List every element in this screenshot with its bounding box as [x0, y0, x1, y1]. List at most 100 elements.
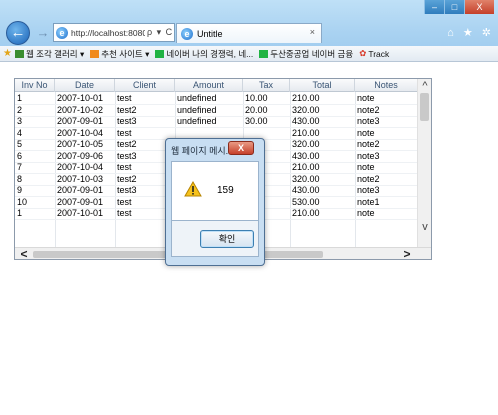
- grid-header: Inv No Date Client Amount Tax Total Notes: [15, 79, 418, 92]
- cell-total: 210.00: [292, 127, 320, 138]
- cell-total: 430.00: [292, 185, 320, 195]
- cell-date: 2007-10-04: [57, 127, 104, 138]
- cell-inv-no: 1: [17, 93, 23, 103]
- cell-date: 2007-09-01: [57, 185, 104, 195]
- cell-amount: undefined: [177, 93, 217, 103]
- scroll-up-icon[interactable]: ^: [418, 80, 431, 92]
- cell-inv-no: 3: [17, 116, 23, 126]
- dialog-message: 159: [217, 185, 234, 196]
- column-header-date[interactable]: Date: [55, 79, 115, 92]
- cell-date: 2007-09-01: [57, 116, 104, 126]
- cell-inv-no: 1: [17, 208, 23, 218]
- window-controls: – □ X: [424, 0, 494, 14]
- tab-untitle[interactable]: e Untitle ×: [176, 23, 322, 43]
- cell-inv-no: 9: [17, 185, 23, 195]
- cell-inv-no: 5: [17, 139, 23, 149]
- cell-total: 430.00: [292, 116, 320, 126]
- cell-inv-no: 6: [17, 150, 23, 161]
- favorite-item-naver[interactable]: 네이버 나의 경쟁력, 네...: [155, 48, 253, 60]
- cell-notes: note2: [357, 173, 380, 184]
- cell-date: 2007-10-02: [57, 104, 104, 115]
- cell-tax: 30.00: [245, 116, 268, 126]
- home-favorites-tools-icons[interactable]: ⌂ ★ ✲: [447, 26, 494, 39]
- cell-total: 210.00: [292, 93, 320, 103]
- dialog-close-button[interactable]: X: [228, 141, 254, 155]
- cell-notes: note1: [357, 196, 380, 207]
- favorite-item-doosan[interactable]: 두산중공업 네이버 금융: [259, 48, 353, 60]
- naver-finance-icon: [259, 49, 269, 58]
- warning-icon: [184, 181, 202, 197]
- cell-total: 210.00: [292, 162, 320, 172]
- cell-inv-no: 4: [17, 127, 23, 138]
- forward-arrow-icon[interactable]: →: [34, 24, 52, 42]
- cell-notes: note3: [357, 185, 380, 195]
- cell-amount: undefined: [177, 116, 217, 126]
- cell-date: 2007-10-04: [57, 162, 104, 172]
- cell-inv-no: 7: [17, 162, 23, 172]
- cell-notes: note2: [357, 104, 380, 115]
- cell-notes: note: [357, 93, 375, 103]
- favorites-bar: ★ 웹 조각 갤러리 ▾ 추천 사이트 ▾ 네이버 나의 경쟁력, 네... 두…: [0, 46, 498, 62]
- window-close-button[interactable]: X: [464, 0, 494, 14]
- cell-notes: note2: [357, 139, 380, 149]
- column-header-notes[interactable]: Notes: [355, 79, 418, 92]
- scroll-down-icon[interactable]: v: [418, 221, 431, 233]
- cell-client: test: [117, 127, 132, 138]
- cell-inv-no: 2: [17, 104, 23, 115]
- cell-amount: undefined: [177, 104, 217, 115]
- cell-client: test2: [117, 104, 137, 115]
- cell-inv-no: 8: [17, 173, 23, 184]
- table-row[interactable]: 1 2007-10-01 test undefined 10.00 210.00 note: [15, 93, 418, 105]
- maximize-button[interactable]: □: [444, 0, 464, 14]
- address-url[interactable]: http://localhost:8080/: [71, 28, 145, 38]
- track-icon: ✿: [359, 48, 367, 58]
- scroll-left-icon[interactable]: <: [17, 248, 31, 259]
- cell-notes: note: [357, 162, 375, 172]
- tab-ie-icon: e: [181, 27, 193, 40]
- column-header-tax[interactable]: Tax: [243, 79, 290, 92]
- column-header-amount[interactable]: Amount: [175, 79, 243, 92]
- favorites-star-icon[interactable]: ★: [3, 48, 12, 59]
- cell-notes: note3: [357, 150, 380, 161]
- address-actions[interactable]: ρ ▾ C: [147, 27, 173, 38]
- vertical-scrollbar[interactable]: ^ v: [417, 79, 431, 247]
- column-header-inv-no[interactable]: Inv No: [15, 79, 55, 92]
- dialog-body: 159: [171, 161, 259, 221]
- suggested-sites-icon: [90, 49, 100, 58]
- cell-date: 2007-09-01: [57, 196, 104, 207]
- vertical-scroll-thumb[interactable]: [420, 93, 429, 121]
- navigation-buttons: ← →: [6, 20, 52, 46]
- cell-total: 430.00: [292, 150, 320, 161]
- naver-icon: [155, 49, 165, 58]
- column-header-total[interactable]: Total: [290, 79, 355, 92]
- dialog-title: 웹 페이지 메시...: [171, 146, 234, 156]
- table-row[interactable]: 3 2007-09-01 test3 undefined 30.00 430.00 note…: [15, 116, 418, 128]
- cell-notes: note3: [357, 116, 380, 126]
- cell-tax: 10.00: [245, 93, 268, 103]
- ie-page-icon: e: [56, 26, 68, 39]
- cell-notes: note: [357, 208, 375, 218]
- address-bar[interactable]: e http://localhost:8080/ ρ ▾ C: [53, 23, 175, 42]
- cell-total: 320.00: [292, 173, 320, 184]
- column-header-client[interactable]: Client: [115, 79, 175, 92]
- favorite-item-suggested[interactable]: 추천 사이트 ▾: [90, 48, 149, 60]
- cell-total: 320.00: [292, 139, 320, 149]
- cell-date: 2007-09-06: [57, 150, 104, 161]
- cell-client: test: [117, 93, 132, 103]
- minimize-button[interactable]: –: [424, 0, 444, 14]
- cell-tax: 20.00: [245, 104, 268, 115]
- web-slice-icon: [14, 49, 24, 58]
- alert-dialog: 웹 페이지 메시... X 159 확인: [165, 138, 265, 266]
- cell-date: 2007-10-01: [57, 93, 104, 103]
- cell-client: test3: [117, 116, 137, 126]
- scroll-right-icon[interactable]: >: [400, 248, 414, 259]
- favorite-item-web-slice[interactable]: 웹 조각 갤러리 ▾: [14, 48, 84, 60]
- cell-date: 2007-10-03: [57, 173, 104, 184]
- back-arrow-icon[interactable]: ←: [6, 21, 30, 45]
- cell-date: 2007-10-01: [57, 208, 104, 218]
- favorite-item-track[interactable]: ✿ Track: [359, 48, 389, 59]
- cell-notes: note: [357, 127, 375, 138]
- tab-close-icon[interactable]: ×: [310, 27, 315, 37]
- ok-button[interactable]: 확인: [200, 230, 254, 248]
- table-row[interactable]: 2 2007-10-02 test2 undefined 20.00 320.00 note…: [15, 105, 418, 117]
